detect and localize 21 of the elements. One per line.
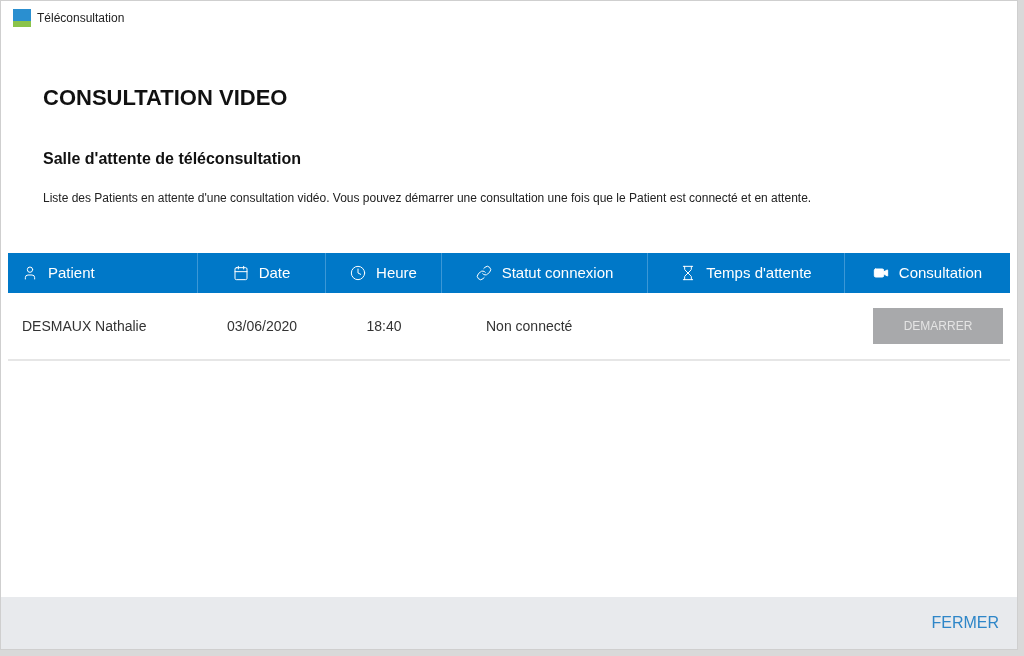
column-header: Heure [376, 262, 417, 283]
table-cell: Non connecté [486, 317, 573, 334]
link-icon [475, 265, 492, 281]
calendar-icon [232, 265, 249, 281]
page-heading: CONSULTATION VIDEO [43, 84, 288, 112]
column-header: Date [258, 262, 291, 283]
table-cell: 03/06/2020 [226, 317, 298, 334]
app-icon [13, 9, 31, 27]
close-button[interactable]: FERMER [931, 611, 999, 635]
user-icon [22, 265, 38, 281]
window-title: Téléconsultation [37, 10, 125, 27]
column-header: Temps d'attente [706, 262, 812, 283]
table-cell: 18:40 [366, 317, 402, 334]
column-header: Consultation [898, 262, 983, 283]
video-camera-icon [872, 265, 889, 281]
description-text: Liste des Patients en attente d'une consultation vidéo. Vous pouvez démarrer une consultation une fois que le Patient est connecté et en attente. [43, 190, 812, 207]
clock-icon [350, 265, 367, 281]
column-header: Patient [48, 262, 95, 283]
table-cell: DESMAUX Nathalie [22, 317, 147, 334]
section-heading: Salle d'attente de téléconsultation [43, 149, 302, 169]
column-header: Statut connexion [501, 262, 614, 283]
